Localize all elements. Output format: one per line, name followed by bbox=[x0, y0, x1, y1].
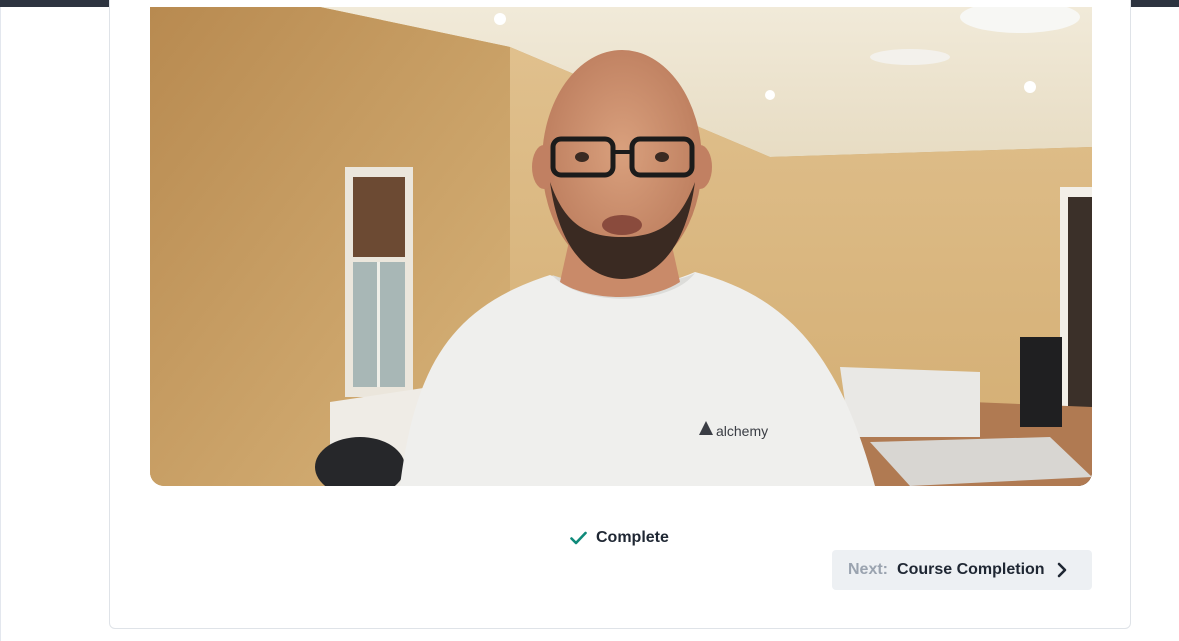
complete-toggle[interactable]: Complete bbox=[570, 526, 669, 550]
next-lesson-title: Course Completion bbox=[897, 561, 1045, 578]
next-lesson-button[interactable]: Next: Course Completion bbox=[832, 550, 1092, 590]
chevron-right-icon bbox=[1057, 562, 1066, 578]
next-prefix-label: Next: bbox=[848, 561, 889, 578]
lesson-video[interactable]: alchemy bbox=[150, 7, 1092, 486]
left-divider bbox=[0, 7, 1, 641]
shirt-logo-text: alchemy bbox=[716, 423, 768, 439]
checkmark-icon bbox=[570, 531, 587, 545]
complete-label: Complete bbox=[596, 529, 669, 546]
video-frame: alchemy bbox=[150, 7, 1092, 486]
